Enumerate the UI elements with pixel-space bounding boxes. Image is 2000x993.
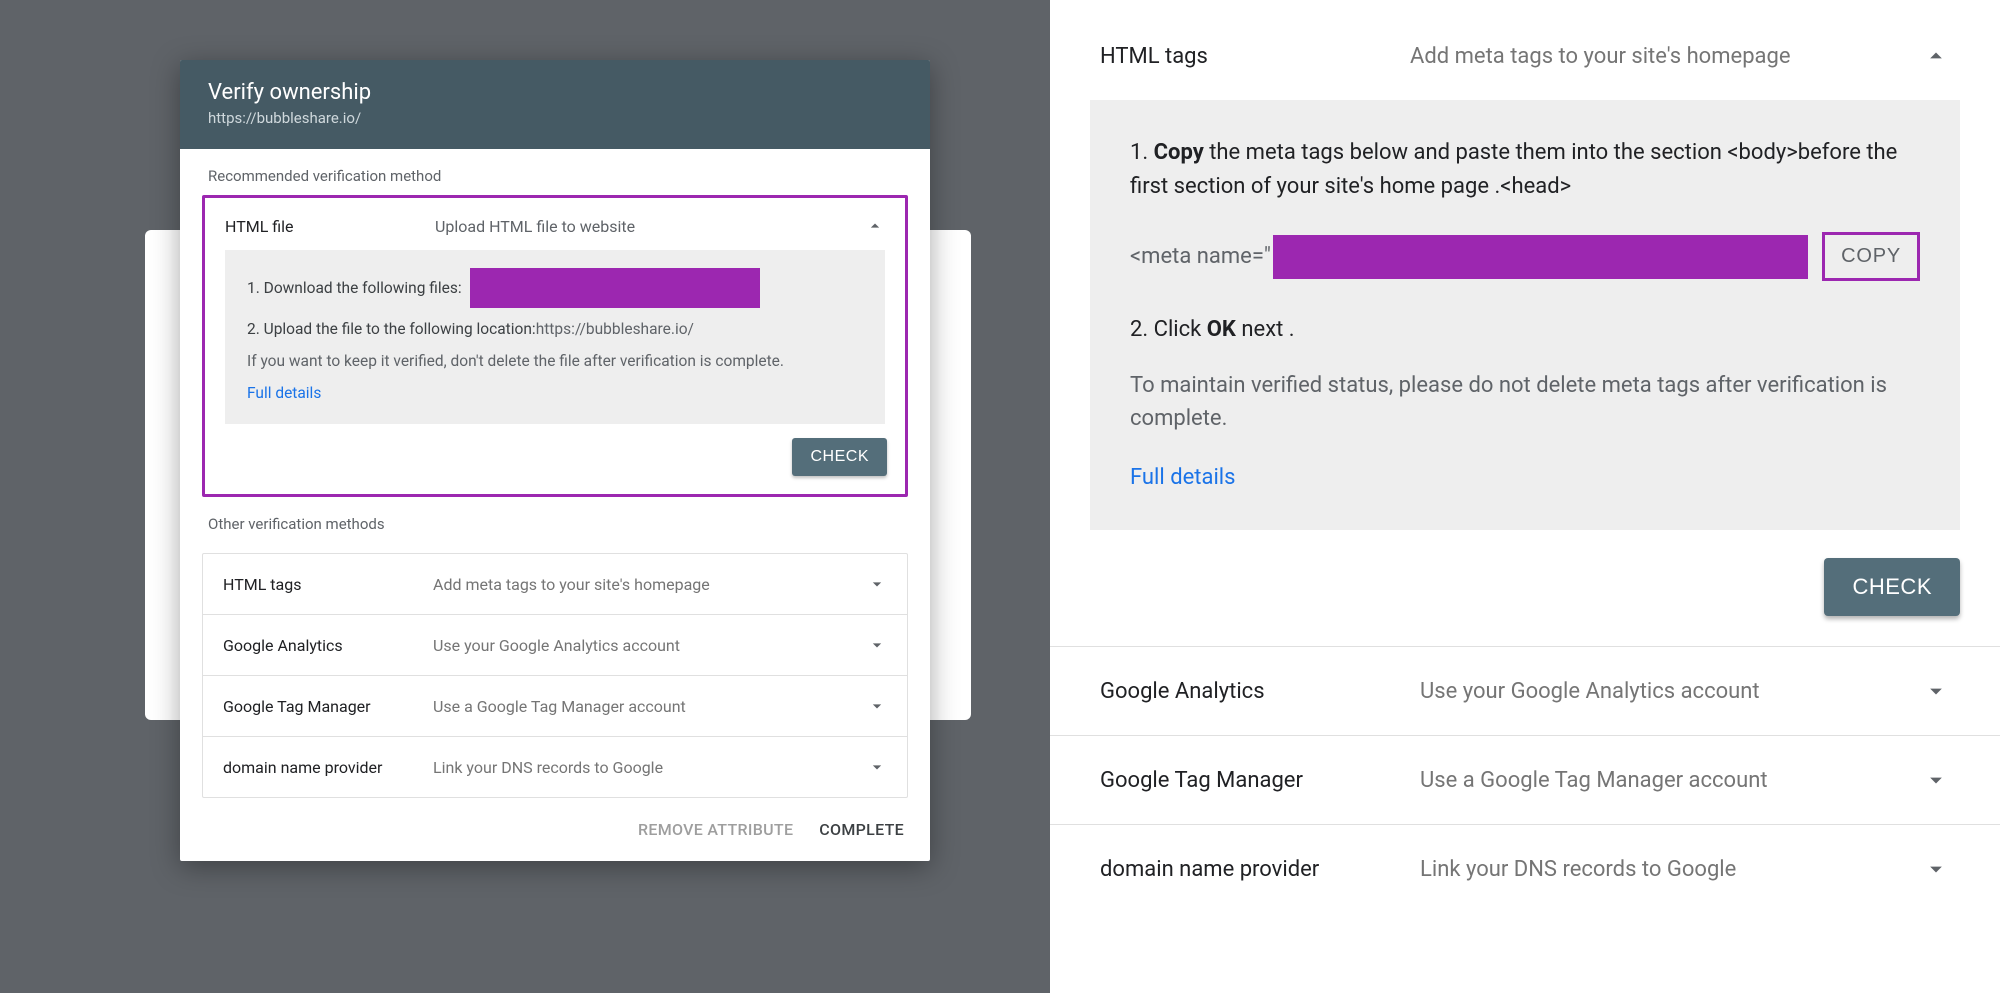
dialog-subtitle: https://bubbleshare.io/ [208,109,902,127]
keep-verified-note: If you want to keep it verified, don't d… [247,350,863,372]
chevron-down-icon [867,757,887,777]
step-1-number: 1. [1130,140,1154,165]
method-desc: Add meta tags to your site's homepage [433,575,867,594]
check-button[interactable]: CHECK [1824,558,1960,616]
method-html-tags[interactable]: HTML tags Add meta tags to your site's h… [203,554,907,615]
method-name: Google Tag Manager [1100,768,1420,793]
html-tags-instructions: 1. Copy the meta tags below and paste th… [1090,100,1960,530]
redacted-meta-content [1273,235,1808,279]
method-name: HTML tags [1100,44,1410,69]
method-google-analytics[interactable]: Google Analytics Use your Google Analyti… [1050,646,2000,735]
method-desc: Link your DNS records to Google [1420,857,1922,882]
method-domain-name-provider[interactable]: domain name provider Link your DNS recor… [203,737,907,797]
other-methods-label: Other verification methods [180,497,930,543]
method-desc: Use your Google Analytics account [433,636,867,655]
step-1-text: 1. Download the following files: [247,279,462,297]
step-1-bold: Copy [1154,140,1204,165]
redacted-file-block [470,268,760,308]
method-desc: Upload HTML file to website [435,217,865,236]
method-desc: Use a Google Tag Manager account [1420,768,1922,793]
chevron-down-icon [1922,766,1950,794]
step-2-bold: OK [1207,317,1236,342]
method-name: HTML file [225,217,435,236]
chevron-up-icon [865,216,885,236]
method-domain-name-provider[interactable]: domain name provider Link your DNS recor… [1050,824,2000,913]
html-file-instructions: 1. Download the following files: 2. Uplo… [225,250,885,424]
method-desc: Use your Google Analytics account [1420,679,1922,704]
other-methods-list: HTML tags Add meta tags to your site's h… [202,553,908,798]
full-details-link[interactable]: Full details [247,384,863,402]
copy-button[interactable]: COPY [1822,232,1920,281]
recommended-label: Recommended verification method [180,149,930,195]
meta-tag-row: <meta name=" COPY [1130,232,1920,281]
remove-attribute-button[interactable]: REMOVE ATTRIBUTE [638,820,793,839]
check-button-row: CHECK [205,424,905,476]
method-desc: Add meta tags to your site's homepage [1410,44,1922,69]
check-button[interactable]: CHECK [792,438,887,476]
html-file-method-highlighted: HTML file Upload HTML file to website 1.… [202,195,908,497]
step-1: 1. Download the following files: [247,268,863,308]
method-name: HTML tags [223,575,433,594]
method-name: domain name provider [1100,857,1420,882]
left-panel: Verify ownership https://bubbleshare.io/… [0,0,1050,993]
check-button-row: CHECK [1050,530,2000,646]
chevron-down-icon [867,635,887,655]
right-panel: HTML tags Add meta tags to your site's h… [1050,0,2000,993]
full-details-link[interactable]: Full details [1130,465,1236,490]
chevron-down-icon [1922,855,1950,883]
html-file-header-row[interactable]: HTML file Upload HTML file to website [205,198,905,250]
step-2: 2. Click OK next . [1130,313,1920,347]
html-tags-header-row[interactable]: HTML tags Add meta tags to your site's h… [1050,0,2000,100]
chevron-down-icon [1922,677,1950,705]
method-google-tag-manager[interactable]: Google Tag Manager Use a Google Tag Mana… [203,676,907,737]
method-name: Google Tag Manager [223,697,433,716]
step-2: 2. Upload the file to the following loca… [247,320,863,338]
method-google-analytics[interactable]: Google Analytics Use your Google Analyti… [203,615,907,676]
method-name: Google Analytics [223,636,433,655]
chevron-up-icon [1922,42,1950,70]
meta-prefix: <meta name=" [1130,244,1271,269]
method-google-tag-manager[interactable]: Google Tag Manager Use a Google Tag Mana… [1050,735,2000,824]
method-desc: Link your DNS records to Google [433,758,867,777]
method-name: Google Analytics [1100,679,1420,704]
complete-button[interactable]: COMPLETE [819,820,904,839]
step-2-url: https://bubbleshare.io/ [536,320,694,338]
step-1-rest: the meta tags below and paste them into … [1130,140,1897,199]
chevron-down-icon [867,574,887,594]
dialog-title: Verify ownership [208,80,902,105]
dialog-footer: REMOVE ATTRIBUTE COMPLETE [180,798,930,861]
chevron-down-icon [867,696,887,716]
verify-ownership-dialog: Verify ownership https://bubbleshare.io/… [180,60,930,861]
dialog-header: Verify ownership https://bubbleshare.io/ [180,60,930,149]
maintain-status-note: To maintain verified status, please do n… [1130,369,1920,435]
step-2-prefix: 2. Click [1130,317,1207,342]
method-desc: Use a Google Tag Manager account [433,697,867,716]
method-name: domain name provider [223,758,433,777]
step-1: 1. Copy the meta tags below and paste th… [1130,136,1920,204]
step-2-suffix: next . [1236,317,1295,342]
step-2-prefix: 2. Upload the file to the following loca… [247,320,536,338]
